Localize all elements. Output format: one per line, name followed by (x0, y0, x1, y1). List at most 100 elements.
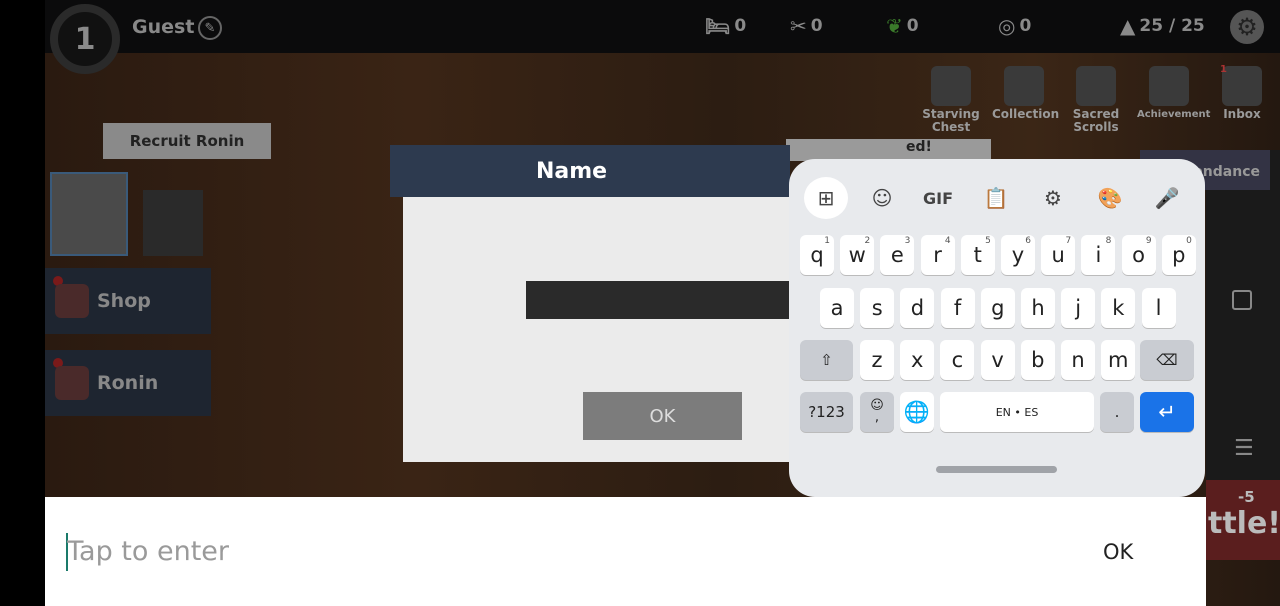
key-j[interactable]: j (1061, 288, 1096, 328)
gif-button[interactable]: GIF (916, 177, 960, 219)
key-g[interactable]: g (980, 288, 1015, 328)
key-h[interactable]: h (1021, 288, 1055, 328)
shop-icon (55, 284, 89, 318)
recruit-tooltip: Recruit Ronin (103, 123, 271, 159)
key-e[interactable]: e3 (880, 235, 915, 275)
resource-herb[interactable]: ❦ 0 (886, 14, 919, 38)
sidebar-shop[interactable]: Shop (45, 268, 211, 334)
battle-button[interactable]: -5 ttle! (1206, 480, 1280, 560)
apps-icon[interactable]: ⊞ (804, 177, 848, 219)
key-hint: 8 (1105, 236, 1112, 246)
key-hint: 4 (944, 236, 951, 246)
key-label: w (848, 243, 866, 267)
backspace-key[interactable]: ⌫ (1140, 340, 1194, 380)
bed-icon: 🛏 (705, 14, 731, 38)
key-l[interactable]: l (1141, 288, 1176, 328)
key-q[interactable]: q1 (800, 235, 834, 275)
resource-coin[interactable]: ◎ 0 (998, 14, 1031, 38)
settings-icon[interactable]: ⚙ (1031, 177, 1075, 219)
key-b[interactable]: b (1020, 340, 1055, 380)
sidebar-ronin[interactable]: Ronin (45, 350, 211, 416)
key-label: v (991, 348, 1004, 372)
palette-icon[interactable]: 🎨 (1088, 177, 1132, 219)
resource-stamina[interactable]: ▲ 25 / 25 (1120, 14, 1205, 38)
enter-key[interactable]: ↵ (1140, 392, 1194, 432)
menu-lines-icon[interactable]: ☰ (1234, 436, 1254, 461)
entry-ok-button[interactable]: OK (1103, 540, 1133, 564)
key-hint: 5 (985, 236, 991, 246)
background-banner: ed! (786, 139, 991, 161)
key-r[interactable]: r4 (920, 235, 955, 275)
ronin-icon (55, 366, 89, 400)
edit-name-pencil-icon[interactable]: ✎ (198, 16, 222, 40)
key-label: d (910, 296, 925, 320)
level-badge: 1 (50, 4, 120, 74)
clipboard-icon[interactable]: 📋 (974, 177, 1018, 219)
key-x[interactable]: x (900, 340, 935, 380)
key-a[interactable]: a (820, 288, 854, 328)
key-hint: 0 (1186, 236, 1192, 246)
keyboard-handle[interactable] (936, 466, 1057, 473)
menu-sacred-scrolls[interactable]: Sacred Scrolls (1064, 66, 1128, 134)
emoji-comma-key[interactable]: ☺, (860, 392, 894, 432)
herb-icon: ❦ (886, 14, 903, 38)
key-t[interactable]: t5 (960, 235, 995, 275)
key-label: h (1031, 296, 1045, 320)
key-f[interactable]: f (940, 288, 975, 328)
key-label: a (830, 296, 844, 320)
key-hint: 3 (904, 236, 911, 246)
coin-icon: ◎ (998, 14, 1016, 38)
resource-scroll[interactable]: ✂ 0 (790, 14, 823, 38)
key-v[interactable]: v (980, 340, 1015, 380)
key-label: p (1172, 243, 1186, 267)
key-label: f (953, 296, 962, 320)
key-label: g (991, 296, 1005, 320)
key-n[interactable]: n (1061, 340, 1095, 380)
key-d[interactable]: d (900, 288, 935, 328)
menu-achievement[interactable]: Achievement (1137, 66, 1210, 121)
key-p[interactable]: p0 (1161, 235, 1196, 275)
key-o[interactable]: o9 (1121, 235, 1156, 275)
key-label: b (1031, 348, 1045, 372)
sticker-icon[interactable]: ☺ (860, 177, 904, 219)
period-key[interactable]: . (1100, 392, 1134, 432)
key-u[interactable]: u7 (1041, 235, 1076, 275)
locked-portrait[interactable] (143, 190, 203, 256)
resource-bed[interactable]: 🛏 0 (705, 14, 746, 38)
key-c[interactable]: c (940, 340, 975, 380)
mic-icon[interactable]: 🎤 (1145, 177, 1189, 219)
text-entry-input[interactable]: Tap to enter (67, 536, 229, 567)
achievement-icon (1149, 66, 1189, 106)
ronin-portrait[interactable] (50, 172, 128, 256)
key-label: j (1075, 296, 1082, 320)
key-hint: 7 (1065, 236, 1072, 246)
key-s[interactable]: s (860, 288, 895, 328)
key-m[interactable]: m (1101, 340, 1136, 380)
key-k[interactable]: k (1101, 288, 1136, 328)
collection-icon (1004, 66, 1044, 106)
menu-starving-chest[interactable]: Starving Chest (919, 66, 983, 134)
key-label: z (871, 348, 883, 372)
key-label: u (1051, 243, 1065, 267)
square-nav-icon[interactable] (1232, 290, 1252, 310)
settings-gear-icon[interactable]: ⚙ (1230, 10, 1264, 44)
key-hint: 9 (1145, 236, 1152, 246)
key-label: l (1155, 296, 1162, 320)
inbox-icon (1222, 66, 1262, 106)
menu-collection[interactable]: Collection (992, 66, 1059, 121)
key-label: i (1095, 243, 1102, 267)
dialog-title: Name (390, 145, 790, 197)
space-key[interactable]: EN • ES (940, 392, 1094, 432)
symbols-key[interactable]: ?123 (800, 392, 853, 432)
dialog-name-input[interactable] (526, 281, 790, 319)
key-z[interactable]: z (860, 340, 894, 380)
key-w[interactable]: w2 (840, 235, 875, 275)
key-hint: 1 (824, 236, 830, 246)
key-i[interactable]: i8 (1081, 235, 1116, 275)
globe-icon[interactable]: 🌐 (900, 392, 934, 432)
top-bar (45, 0, 1280, 53)
shift-key[interactable]: ⇧ (800, 340, 853, 380)
dialog-ok-button[interactable]: OK (583, 392, 742, 440)
key-label: x (910, 348, 924, 372)
key-y[interactable]: y6 (1001, 235, 1035, 275)
